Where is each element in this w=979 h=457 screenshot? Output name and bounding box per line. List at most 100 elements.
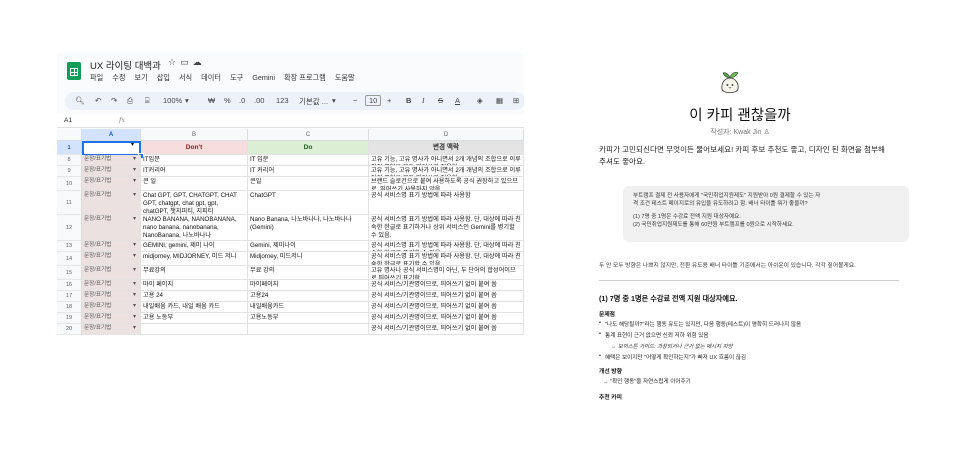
fill-color-icon[interactable]: ◈ [477,96,483,105]
context-cell[interactable]: 공식 서비스/기관명이므로, 띄어쓰기 없이 붙여 씀 [369,280,524,291]
number-format-button[interactable]: 123 [276,96,289,105]
dont-cell[interactable]: IT입문 [141,155,248,166]
row-header[interactable]: 20 [57,324,82,335]
header-cell-dont[interactable]: Don't [141,141,248,155]
header-cell-context[interactable]: 변경 맥락 [369,141,524,155]
font-size-input[interactable]: 10 [365,95,382,106]
percent-format-button[interactable]: % [224,96,231,105]
context-cell[interactable]: 고유 기능, 고유 명사가 아니면서 2개 개념의 조합으로 이루어진 표현은 … [369,166,524,177]
increase-decimal-button[interactable]: .00 [254,96,264,105]
row-header[interactable]: 14 [57,252,82,266]
merge-cells-icon[interactable]: ⊞ [513,96,519,105]
context-cell[interactable]: 고유 기능, 고유 명사가 아니면서 2개 개념의 조합으로 이루어진 표현은 … [369,155,524,166]
font-select[interactable]: 기본값 ... [299,96,328,107]
menu-help[interactable]: 도움말 [335,73,355,82]
do-cell[interactable]: 큰일 [248,177,369,191]
row-header[interactable]: 11 [57,191,82,215]
select-all-corner[interactable] [57,129,82,141]
do-cell[interactable]: 무료 강의 [248,266,369,280]
category-dropdown-cell[interactable]: 문장/표기법 [82,302,141,313]
italic-button[interactable]: I [422,96,425,105]
do-cell[interactable]: 내일배움카드 [248,302,369,313]
row-header[interactable]: 18 [57,302,82,313]
header-cell-do[interactable]: Do [248,141,369,155]
do-cell[interactable]: Gemini, 제미나이 [248,241,369,252]
star-icon[interactable]: ☆ [168,57,180,67]
dont-cell[interactable]: GEMINI, gemini, 제미 나이 [141,241,248,252]
context-cell[interactable]: 고유 명사나 공식 서비스명이 아닌, 두 단어의 합성어이므로 띄어쓰기 표기… [369,266,524,280]
folder-icon[interactable]: ▭ [180,57,193,67]
context-cell[interactable]: 브랜드 슬로건으로 붙여 사용하도록 공식 권장하고 있으므로, 띄어쓰기 사용… [369,177,524,191]
menu-gemini[interactable]: Gemini [252,73,275,82]
column-header-b[interactable]: B [141,129,248,141]
row-header[interactable]: 17 [57,291,82,302]
context-cell[interactable]: 공식 서비스/기관명이므로, 띄어쓰기 없이 붙여 씀 [369,324,524,335]
row-header[interactable]: 8 [57,155,82,166]
dropdown-chevron-icon[interactable]: ▾ [131,142,139,150]
category-dropdown-cell[interactable]: 문장/표기법 [82,266,141,280]
font-chevron-down-icon[interactable]: ▾ [332,96,336,105]
do-cell[interactable] [248,324,369,335]
category-dropdown-cell[interactable]: 문장/표기법 [82,324,141,335]
cloud-icon[interactable]: ☁ [193,57,206,67]
dont-cell[interactable]: 큰 일 [141,177,248,191]
do-cell[interactable]: 고용노동부 [248,313,369,324]
row-header[interactable]: 19 [57,313,82,324]
dont-cell[interactable]: 고용 노동부 [141,313,248,324]
category-dropdown-cell[interactable]: 문장/표기법 [82,241,141,252]
font-size-decrease-button[interactable]: − [353,96,357,105]
do-cell[interactable]: Midjorney, 미드저니 [248,252,369,266]
category-dropdown-cell[interactable]: 문장/표기법 [82,155,141,166]
dont-cell[interactable]: 고용 24 [141,291,248,302]
do-cell[interactable]: ChatGPT [248,191,369,215]
menu-tools[interactable]: 도구 [230,73,243,82]
context-cell[interactable]: 공식 서비스/기관명이므로, 띄어쓰기 없이 붙여 씀 [369,291,524,302]
do-cell[interactable]: IT 입문 [248,155,369,166]
print-icon[interactable]: ⎙ [127,96,133,106]
column-header-c[interactable]: C [248,129,369,141]
row-header[interactable]: 1 [57,141,82,155]
column-header-d[interactable]: D [369,129,524,141]
undo-icon[interactable]: ↶ [95,96,101,105]
context-cell[interactable]: 공식 서비스명 표기 방법에 따라 사용함. 단, 대상에 따라 친숙한 한글로… [369,241,524,252]
row-header[interactable]: 16 [57,280,82,291]
do-cell[interactable]: 고용24 [248,291,369,302]
do-cell[interactable]: Nano Banana, 나노바나나, 나노바나나(Gemini) [248,215,369,241]
dont-cell[interactable]: midjorney, MIDJORNEY, 미드 저니 [141,252,248,266]
row-header[interactable]: 12 [57,215,82,241]
category-dropdown-cell[interactable]: 문장/표기법 [82,166,141,177]
menu-extensions[interactable]: 확장 프로그램 [284,73,326,82]
dont-cell[interactable]: 내일배움 카드, 내일 배움 카드 [141,302,248,313]
do-cell[interactable]: 마이페이지 [248,280,369,291]
search-menus-icon[interactable]: 🔍︎ [75,96,85,105]
row-header[interactable]: 9 [57,166,82,177]
menu-data[interactable]: 데이터 [201,73,221,82]
paint-format-icon[interactable]: ⌸ [145,96,150,106]
zoom-chevron-down-icon[interactable]: ▾ [185,96,189,105]
row-header[interactable]: 13 [57,241,82,252]
category-dropdown-cell[interactable]: 문장/표기법 [82,215,141,241]
document-title[interactable]: UX 라이팅 대백과 [90,58,161,72]
font-size-increase-button[interactable]: + [387,96,391,105]
dont-cell[interactable]: 무료강의 [141,266,248,280]
sheets-logo-icon[interactable] [67,62,81,80]
text-color-button[interactable]: A [455,96,460,105]
borders-icon[interactable]: ▦ [496,96,503,105]
name-box[interactable]: A1 [64,117,72,124]
category-dropdown-cell[interactable]: 문장/표기법 [82,313,141,324]
context-cell[interactable]: 공식 서비스명 표기 방법에 따라 사용함. 단, 대상에 따라 친숙한 한글로… [369,215,524,241]
row-header[interactable]: 15 [57,266,82,280]
dont-cell[interactable]: IT커리어 [141,166,248,177]
dont-cell[interactable]: NANO BANANA, NANOBANANA, nano banana, na… [141,215,248,241]
decrease-decimal-button[interactable]: .0 [239,96,245,105]
dont-cell[interactable]: 마이 페이지 [141,280,248,291]
strikethrough-button[interactable]: S [438,96,443,105]
zoom-select[interactable]: 100% [163,96,182,105]
category-dropdown-cell[interactable]: 문장/표기법 [82,280,141,291]
context-cell[interactable]: 공식 서비스/기관명이므로, 띄어쓰기 없이 붙여 씀 [369,313,524,324]
currency-format-button[interactable]: ₩ [208,96,215,105]
menu-view[interactable]: 보기 [134,73,147,82]
context-cell[interactable]: 공식 서비스명 표기 방법에 따라 사용함 [369,191,524,215]
do-cell[interactable]: IT 커리어 [248,166,369,177]
category-dropdown-cell[interactable]: 문장/표기법 [82,252,141,266]
